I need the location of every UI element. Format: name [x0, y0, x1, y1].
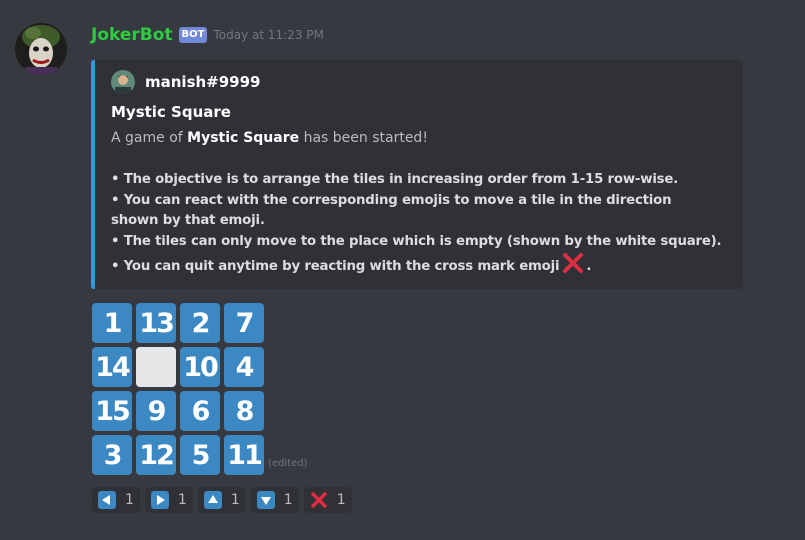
reaction-right-arrow[interactable]: 1 [144, 487, 193, 513]
tile-3: 3 [92, 435, 132, 475]
tile-2: 2 [180, 303, 220, 343]
up-arrow-icon [203, 491, 222, 509]
tile-8: 8 [224, 391, 264, 431]
puzzle-board: 1 13 2 7 14 10 4 15 9 6 8 3 12 5 11 [92, 303, 264, 475]
reaction-up-arrow[interactable]: 1 [197, 487, 246, 513]
embed-author-name[interactable]: manish#9999 [145, 73, 261, 91]
author-avatar [111, 70, 135, 94]
down-arrow-icon [256, 491, 275, 509]
chat-message: JokerBot BOT Today at 11:23 PM manish#99… [0, 0, 805, 540]
rule-quit-period: . [586, 259, 592, 274]
reaction-down-arrow[interactable]: 1 [250, 487, 299, 513]
embed-author: manish#9999 [111, 70, 261, 94]
bot-avatar[interactable] [15, 23, 67, 75]
embed: manish#9999 Mystic Square A game of Myst… [91, 60, 743, 289]
description-prefix: A game of [111, 130, 188, 146]
tile-1: 1 [92, 303, 132, 343]
tile-5: 5 [180, 435, 220, 475]
description-bold: Mystic Square [187, 130, 300, 146]
tile-13: 13 [136, 303, 176, 343]
right-arrow-icon [150, 491, 169, 509]
reaction-left-arrow[interactable]: 1 [92, 487, 140, 513]
reaction-cross-mark[interactable]: 1 [303, 487, 352, 513]
tile-14: 14 [92, 347, 132, 387]
edited-label: (edited) [268, 458, 308, 469]
rule-react: • You can react with the corresponding e… [111, 192, 672, 208]
bot-tag: BOT [178, 27, 208, 43]
author-avatar-icon [111, 70, 135, 94]
embed-description: A game of Mystic Square has been started… [111, 130, 428, 146]
rule-quit-text: • You can quit anytime by reacting with … [111, 259, 560, 274]
tile-4: 4 [224, 347, 264, 387]
reaction-count: 1 [230, 492, 240, 508]
cross-mark-icon [562, 252, 584, 274]
username[interactable]: JokerBot [91, 25, 173, 45]
reaction-count: 1 [125, 492, 134, 508]
rule-react-cont: shown by that emoji. [111, 213, 265, 228]
tile-6: 6 [180, 391, 220, 431]
embed-title: Mystic Square [111, 103, 231, 121]
joker-avatar-icon [15, 23, 67, 75]
tile-7: 7 [224, 303, 264, 343]
tile-11: 11 [224, 435, 264, 475]
tile-12: 12 [136, 435, 176, 475]
rule-objective: • The objective is to arrange the tiles … [111, 172, 679, 187]
empty-tile [136, 347, 176, 387]
reaction-count: 1 [283, 492, 293, 508]
tile-10: 10 [180, 347, 220, 387]
rule-quit: • You can quit anytime by reacting with … [111, 252, 741, 278]
tile-9: 9 [136, 391, 176, 431]
reaction-count: 1 [177, 492, 187, 508]
rule-empty: • The tiles can only move to the place w… [111, 233, 722, 249]
rules-list: • The objective is to arrange the tiles … [111, 170, 741, 278]
timestamp: Today at 11:23 PM [213, 28, 324, 42]
left-arrow-icon [98, 491, 116, 509]
reactions-bar: 1 1 1 1 1 [92, 487, 357, 513]
description-suffix: has been started! [299, 130, 428, 146]
tile-15: 15 [92, 391, 132, 431]
cross-mark-icon [310, 491, 328, 509]
reaction-count: 1 [336, 492, 346, 508]
message-header: JokerBot BOT Today at 11:23 PM [91, 24, 324, 46]
